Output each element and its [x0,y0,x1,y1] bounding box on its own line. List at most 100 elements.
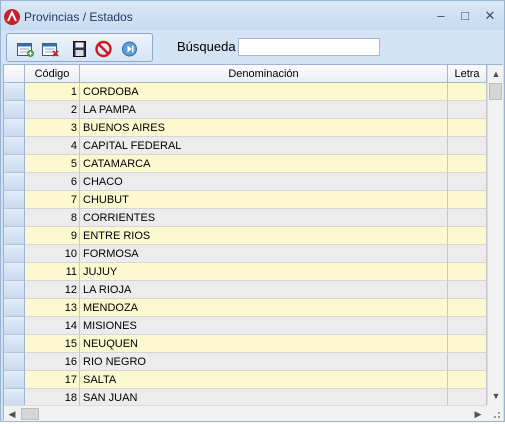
cell-letter[interactable] [448,299,487,317]
row-indicator[interactable] [4,191,25,209]
save-button[interactable] [70,40,89,58]
cell-code[interactable]: 8 [25,209,80,227]
cell-name[interactable]: SAN JUAN [80,389,448,405]
scroll-up-icon[interactable]: ▲ [488,66,504,82]
cell-code[interactable]: 18 [25,389,80,405]
table-row[interactable]: 6 CHACO [4,173,487,191]
close-button[interactable]: ✕ [479,6,501,26]
cell-letter[interactable] [448,101,487,119]
cell-code[interactable]: 14 [25,317,80,335]
row-indicator[interactable] [4,335,25,353]
minimize-button[interactable]: – [430,6,452,26]
cell-name[interactable]: MISIONES [80,317,448,335]
cell-name[interactable]: CHACO [80,173,448,191]
cell-name[interactable]: CAPITAL FEDERAL [80,137,448,155]
scroll-right-icon[interactable]: ▶ [470,406,486,422]
cancel-button[interactable] [94,40,113,58]
table-row[interactable]: 4 CAPITAL FEDERAL [4,137,487,155]
maximize-button[interactable]: □ [454,6,476,26]
cell-letter[interactable] [448,245,487,263]
cell-letter[interactable] [448,281,487,299]
cell-code[interactable]: 11 [25,263,80,281]
title-bar[interactable]: Provincias / Estados – □ ✕ [1,1,504,30]
cell-letter[interactable] [448,209,487,227]
row-indicator[interactable] [4,101,25,119]
table-row[interactable]: 13 MENDOZA [4,299,487,317]
table-row[interactable]: 18 SAN JUAN [4,389,487,405]
table-row[interactable]: 5 CATAMARCA [4,155,487,173]
row-indicator[interactable] [4,389,25,405]
cell-code[interactable]: 7 [25,191,80,209]
cell-letter[interactable] [448,353,487,371]
column-header-letter[interactable]: Letra [448,65,487,83]
table-row[interactable]: 12 LA RIOJA [4,281,487,299]
table-row[interactable]: 10 FORMOSA [4,245,487,263]
cell-code[interactable]: 4 [25,137,80,155]
horizontal-scrollbar[interactable]: ◀ ▶ [4,405,487,421]
row-indicator[interactable] [4,209,25,227]
cell-name[interactable]: SALTA [80,371,448,389]
row-indicator[interactable] [4,119,25,137]
cell-name[interactable]: RIO NEGRO [80,353,448,371]
cell-name[interactable]: MENDOZA [80,299,448,317]
cell-code[interactable]: 1 [25,83,80,101]
cell-code[interactable]: 15 [25,335,80,353]
column-header-code[interactable]: Código [25,65,80,83]
column-header-name[interactable]: Denominación [80,65,448,83]
cell-code[interactable]: 9 [25,227,80,245]
cell-letter[interactable] [448,317,487,335]
cell-code[interactable]: 17 [25,371,80,389]
row-indicator[interactable] [4,227,25,245]
row-indicator[interactable] [4,317,25,335]
cell-name[interactable]: LA RIOJA [80,281,448,299]
cell-name[interactable]: CORDOBA [80,83,448,101]
row-indicator[interactable] [4,173,25,191]
horizontal-scroll-thumb[interactable] [21,408,39,420]
table-row[interactable]: 3 BUENOS AIRES [4,119,487,137]
cell-letter[interactable] [448,173,487,191]
row-indicator[interactable] [4,245,25,263]
scroll-down-icon[interactable]: ▼ [488,388,504,404]
table-row[interactable]: 2 LA PAMPA [4,101,487,119]
cell-code[interactable]: 2 [25,101,80,119]
cell-name[interactable]: ENTRE RIOS [80,227,448,245]
table-row[interactable]: 8 CORRIENTES [4,209,487,227]
row-indicator[interactable] [4,137,25,155]
cell-letter[interactable] [448,227,487,245]
row-indicator[interactable] [4,83,25,101]
cell-letter[interactable] [448,335,487,353]
table-row[interactable]: 11 JUJUY [4,263,487,281]
cell-letter[interactable] [448,371,487,389]
row-indicator[interactable] [4,263,25,281]
cell-letter[interactable] [448,191,487,209]
cell-code[interactable]: 3 [25,119,80,137]
table-row[interactable]: 16 RIO NEGRO [4,353,487,371]
cell-code[interactable]: 10 [25,245,80,263]
table-row[interactable]: 1 CORDOBA [4,83,487,101]
delete-record-button[interactable] [41,40,60,58]
cell-code[interactable]: 13 [25,299,80,317]
row-indicator[interactable] [4,155,25,173]
search-input[interactable] [238,38,380,56]
cell-letter[interactable] [448,137,487,155]
cell-name[interactable]: LA PAMPA [80,101,448,119]
resize-grip-icon[interactable] [487,405,503,421]
table-row[interactable]: 7 CHUBUT [4,191,487,209]
table-row[interactable]: 14 MISIONES [4,317,487,335]
cell-letter[interactable] [448,155,487,173]
cell-code[interactable]: 5 [25,155,80,173]
row-indicator[interactable] [4,353,25,371]
cell-name[interactable]: CORRIENTES [80,209,448,227]
cell-name[interactable]: NEUQUEN [80,335,448,353]
cell-name[interactable]: JUJUY [80,263,448,281]
next-button[interactable] [120,40,139,58]
cell-letter[interactable] [448,83,487,101]
cell-name[interactable]: CATAMARCA [80,155,448,173]
row-indicator[interactable] [4,371,25,389]
scroll-left-icon[interactable]: ◀ [4,406,20,422]
cell-code[interactable]: 16 [25,353,80,371]
cell-letter[interactable] [448,119,487,137]
cell-name[interactable]: BUENOS AIRES [80,119,448,137]
row-indicator[interactable] [4,281,25,299]
table-row[interactable]: 15 NEUQUEN [4,335,487,353]
